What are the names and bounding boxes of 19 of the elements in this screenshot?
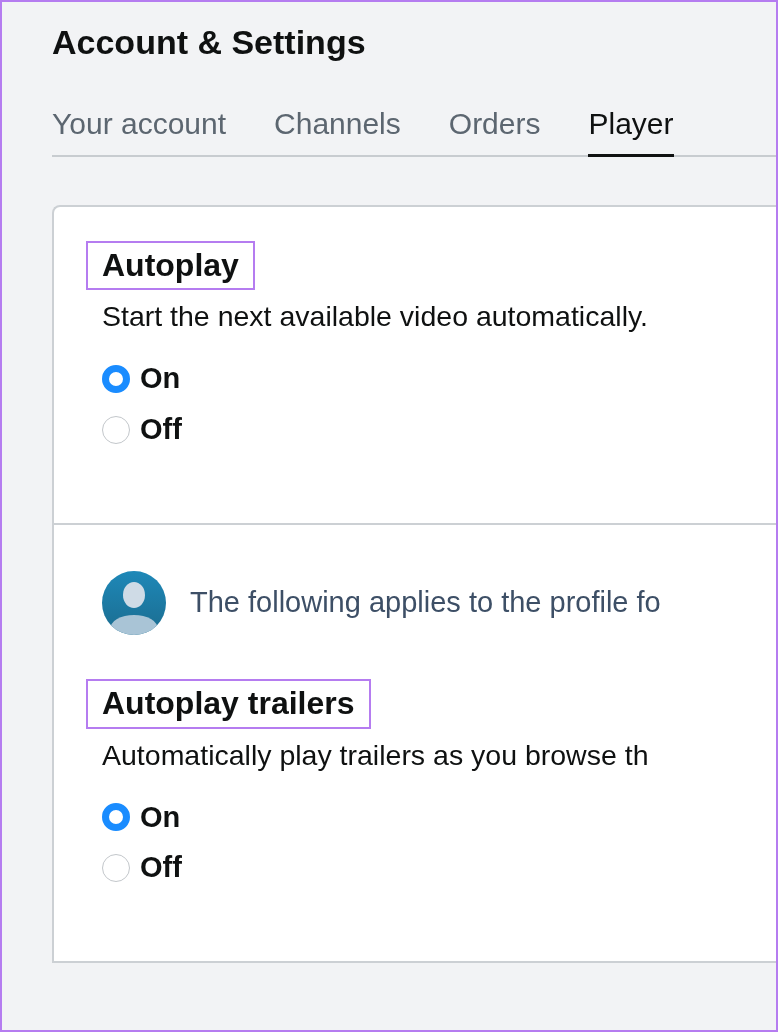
option-label: Off <box>140 412 182 448</box>
radio-button[interactable] <box>102 803 130 832</box>
option-label: Off <box>140 850 182 886</box>
radio-button[interactable] <box>102 364 130 393</box>
option-label: On <box>140 799 181 835</box>
radio-button[interactable] <box>102 853 130 882</box>
tab[interactable]: Your account <box>52 106 227 157</box>
page-title: Account & Settings <box>52 22 367 63</box>
section-description: Start the next available video automatically. <box>102 299 650 335</box>
radio-button[interactable] <box>102 415 130 444</box>
option-label: On <box>140 361 181 397</box>
tab[interactable]: Player <box>588 106 674 157</box>
tab[interactable]: Channels <box>274 106 401 157</box>
profile-note: The following applies to the profile fo <box>190 585 661 621</box>
tab[interactable]: Orders <box>448 106 541 157</box>
section-heading: Autoplay <box>86 240 255 291</box>
section-heading: Autoplay trailers <box>86 679 371 729</box>
section-description: Automatically play trailers as you browse th <box>102 737 650 773</box>
avatar-icon <box>102 571 166 636</box>
